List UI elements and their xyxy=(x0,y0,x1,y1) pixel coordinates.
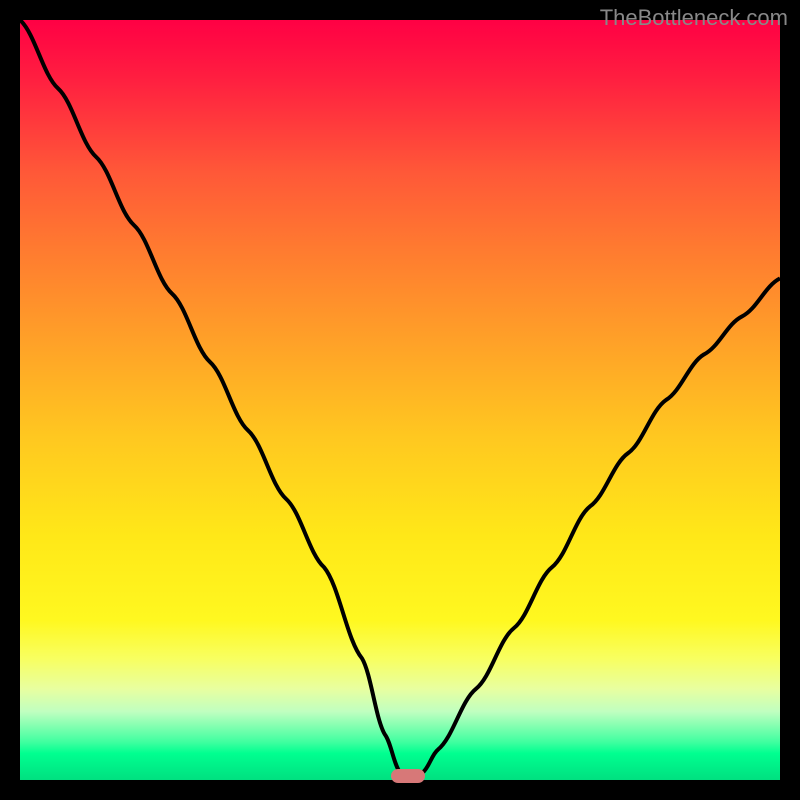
chart-container xyxy=(20,20,780,780)
bottleneck-curve-path xyxy=(20,20,780,780)
optimal-point-marker xyxy=(391,769,425,783)
curve-svg xyxy=(20,20,780,780)
watermark-text: TheBottleneck.com xyxy=(600,5,788,31)
